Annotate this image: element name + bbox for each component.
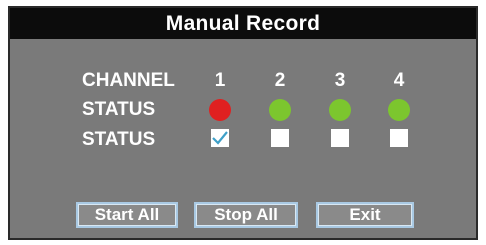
channel-3-status-indicator — [329, 99, 351, 121]
status-row-label: STATUS — [82, 99, 156, 120]
manual-record-dialog: Manual Record CHANNEL STATUS STATUS 1 2 … — [8, 6, 478, 240]
channel-1-record-checkbox[interactable] — [211, 129, 229, 147]
channel-1-number: 1 — [214, 70, 226, 91]
title-bar: Manual Record — [10, 8, 476, 39]
dialog-title: Manual Record — [165, 11, 321, 35]
channel-4-record-checkbox[interactable] — [390, 129, 408, 147]
channel-3-record-checkbox[interactable] — [331, 129, 349, 147]
channel-2-record-checkbox[interactable] — [271, 129, 289, 147]
stop-all-button[interactable]: Stop All — [194, 202, 298, 228]
channel-4-status-indicator — [388, 99, 410, 121]
start-all-button[interactable]: Start All — [76, 202, 178, 228]
channel-4-number: 4 — [393, 70, 405, 91]
channel-row-label: CHANNEL — [82, 70, 175, 91]
check-icon — [212, 131, 228, 145]
channel-2-status-indicator — [269, 99, 291, 121]
channel-3-number: 3 — [334, 70, 346, 91]
record-status-row-label: STATUS — [82, 129, 156, 150]
channel-1-status-indicator — [209, 99, 231, 121]
channel-2-number: 2 — [274, 70, 286, 91]
exit-button[interactable]: Exit — [316, 202, 414, 228]
